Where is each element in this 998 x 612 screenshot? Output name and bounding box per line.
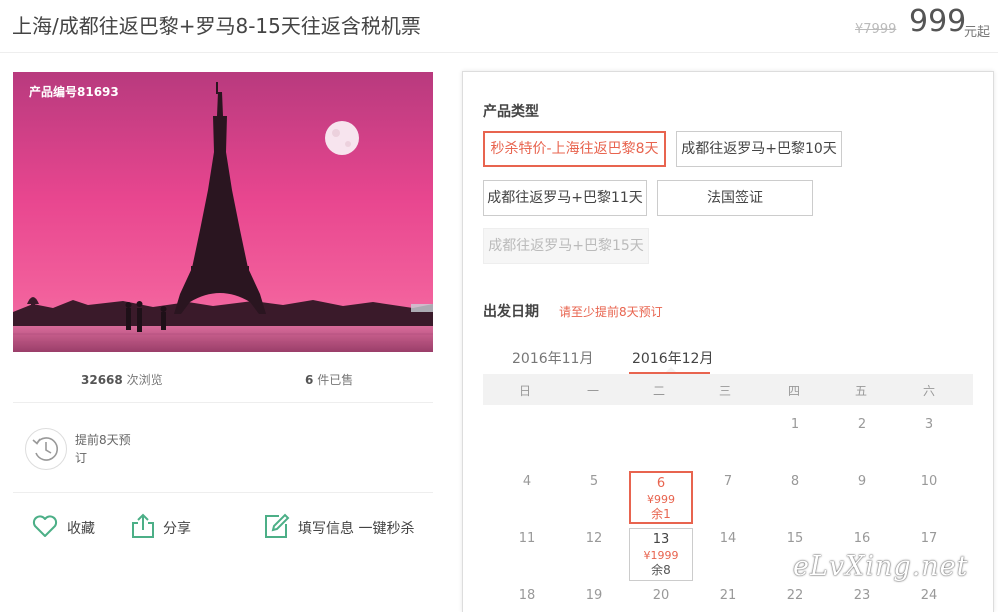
calendar-day: 1 (790, 417, 800, 432)
calendar-day: 7 (723, 474, 733, 489)
calendar-day: 3 (924, 417, 934, 432)
current-price: 999 (909, 4, 967, 39)
calendar-day: 17 (920, 531, 938, 546)
product-option-chengdu-rome-paris-15d: 成都往返罗马+巴黎15天 (483, 228, 649, 264)
weekday-wed: 三 (718, 384, 731, 398)
day-remaining: 余1 (651, 507, 671, 521)
share-label: 分享 (163, 521, 191, 537)
product-option-shanghai-paris-8d[interactable]: 秒杀特价-上海往返巴黎8天 (483, 131, 666, 167)
product-type-label: 产品类型 (483, 104, 539, 120)
calendar-day: 2 (857, 417, 867, 432)
calendar-day: 14 (719, 531, 737, 546)
calendar-day-available[interactable]: 13 ¥1999 余8 (629, 528, 693, 581)
product-photo: 产品编号81693 (13, 72, 433, 352)
calendar-day: 8 (790, 474, 800, 489)
share-button[interactable]: 分享 (129, 512, 199, 542)
view-count-value: 32668 (81, 373, 123, 387)
advance-booking-note: 提前8天预订 (75, 433, 131, 465)
favorite-button[interactable]: 收藏 (31, 512, 103, 542)
product-option-france-visa[interactable]: 法国签证 (657, 180, 813, 216)
weekday-fri: 五 (854, 384, 867, 398)
weekday-tue: 二 (652, 384, 665, 398)
share-icon (129, 512, 157, 544)
calendar-day: 22 (786, 588, 804, 603)
calendar-day: 19 (585, 588, 603, 603)
weekday-thu: 四 (787, 384, 800, 398)
favorite-label: 收藏 (67, 521, 95, 537)
product-title: 上海/成都往返巴黎+罗马8-15天往返含税机票 (12, 14, 421, 38)
active-month-caret (666, 367, 676, 372)
month-tab-2016-11[interactable]: 2016年11月 (512, 348, 593, 368)
day-price: ¥999 (647, 493, 675, 506)
calendar-day: 12 (585, 531, 603, 546)
calendar-day: 24 (920, 588, 938, 603)
divider (13, 492, 433, 493)
eiffel-tower-image (13, 72, 433, 352)
price-unit: 元起 (964, 25, 991, 40)
edit-icon (262, 512, 290, 544)
calendar-day: 9 (857, 474, 867, 489)
month-tab-2016-12[interactable]: 2016年12月 (632, 348, 713, 368)
day-number: 13 (652, 532, 670, 547)
calendar-day: 10 (920, 474, 938, 489)
sold-count: 6 件已售 (305, 371, 353, 388)
product-option-chengdu-rome-paris-10d[interactable]: 成都往返罗马+巴黎10天 (676, 131, 842, 167)
sold-count-label: 件已售 (317, 373, 354, 387)
calendar-day: 23 (853, 588, 871, 603)
weekday-sat: 六 (922, 384, 935, 398)
departure-hint: 请至少提前8天预订 (559, 305, 663, 319)
day-number: 6 (656, 476, 666, 491)
divider (13, 402, 433, 403)
calendar-day: 5 (589, 474, 599, 489)
product-option-chengdu-rome-paris-11d[interactable]: 成都往返罗马+巴黎11天 (483, 180, 647, 216)
fill-info-button[interactable]: 填写信息 一键秒杀 (262, 512, 417, 542)
weekday-mon: 一 (586, 384, 599, 398)
day-remaining: 余8 (651, 563, 671, 577)
weekday-sun: 日 (518, 384, 531, 398)
product-number: 产品编号81693 (29, 85, 119, 99)
view-count-label: 次浏览 (126, 373, 163, 387)
sold-count-value: 6 (305, 373, 314, 387)
site-watermark: eLvXing.net (793, 551, 969, 582)
heart-icon (31, 512, 59, 544)
calendar-day: 18 (518, 588, 536, 603)
view-count: 32668 次浏览 (81, 371, 163, 388)
calendar-day: 11 (518, 531, 536, 546)
calendar-day: 4 (522, 474, 532, 489)
clock-icon (25, 428, 67, 470)
calendar-day: 15 (786, 531, 804, 546)
calendar-day: 20 (652, 588, 670, 603)
fill-info-label: 填写信息 一键秒杀 (298, 521, 415, 537)
departure-date-label: 出发日期 (483, 304, 539, 320)
product-header: 上海/成都往返巴黎+罗马8-15天往返含税机票 ¥7999 999 元起 (0, 0, 998, 53)
original-price: ¥7999 (855, 22, 897, 37)
calendar-day-selected[interactable]: 6 ¥999 余1 (629, 471, 693, 524)
day-price: ¥1999 (643, 549, 679, 562)
calendar-day: 16 (853, 531, 871, 546)
calendar-day: 21 (719, 588, 737, 603)
